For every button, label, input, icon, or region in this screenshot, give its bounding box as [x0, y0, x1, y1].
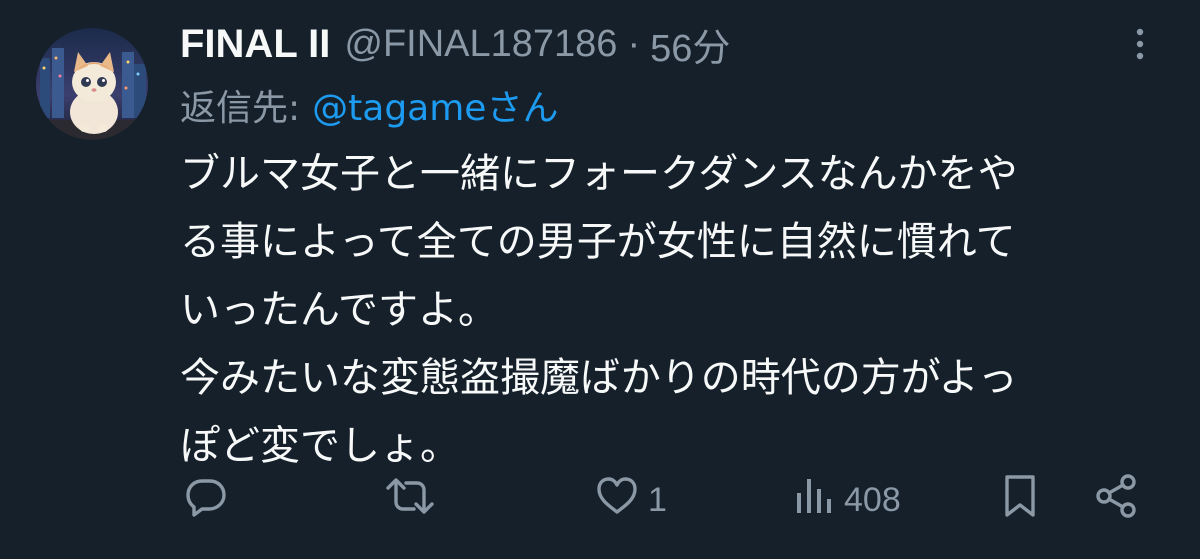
tweet-text-line: 今みたいな変態盗撮魔ばかりの時代の方がよっ: [180, 355, 1018, 401]
views-count: 408: [844, 480, 901, 519]
heart-icon: [594, 473, 640, 528]
reply-button[interactable]: [182, 470, 230, 530]
retweet-icon: [384, 472, 436, 529]
timestamp[interactable]: 56分: [650, 17, 730, 72]
tweet-text-line: ブルマ女子と一緒にフォークダンスなんかをや: [180, 151, 1018, 197]
separator-dot: ·: [627, 22, 641, 65]
more-options-icon[interactable]: [1120, 22, 1160, 66]
like-button[interactable]: 1: [594, 470, 667, 530]
display-name[interactable]: FINAL II: [180, 22, 330, 67]
reply-icon: [182, 472, 230, 529]
action-bar: 1 408: [0, 470, 1200, 530]
views-icon: [792, 473, 836, 528]
share-button[interactable]: [1092, 470, 1140, 530]
tweet-header: FINAL II @FINAL187186 · 56分: [180, 16, 730, 72]
bookmark-icon: [1000, 472, 1040, 529]
tweet-text-line: る事によって全ての男子が女性に自然に慣れて: [180, 219, 1016, 265]
bookmark-button[interactable]: [1000, 470, 1040, 530]
retweet-button[interactable]: [384, 470, 436, 530]
like-count: 1: [648, 480, 667, 519]
tweet: FINAL II @FINAL187186 · 56分 返信先: @tagame…: [0, 0, 1200, 559]
share-icon: [1092, 472, 1140, 529]
user-handle[interactable]: @FINAL187186: [344, 23, 617, 66]
reply-to: 返信先: @tagameさん: [180, 78, 558, 132]
tweet-text: ブルマ女子と一緒にフォークダンスなんかをや る事によって全ての男子が女性に自然に…: [180, 140, 1170, 480]
tweet-text-line: いったんですよ。: [180, 287, 498, 333]
reply-label: 返信先:: [180, 88, 301, 129]
reply-mention-link[interactable]: @tagameさん: [312, 79, 558, 131]
views-button[interactable]: 408: [792, 470, 901, 530]
avatar[interactable]: [36, 28, 148, 140]
